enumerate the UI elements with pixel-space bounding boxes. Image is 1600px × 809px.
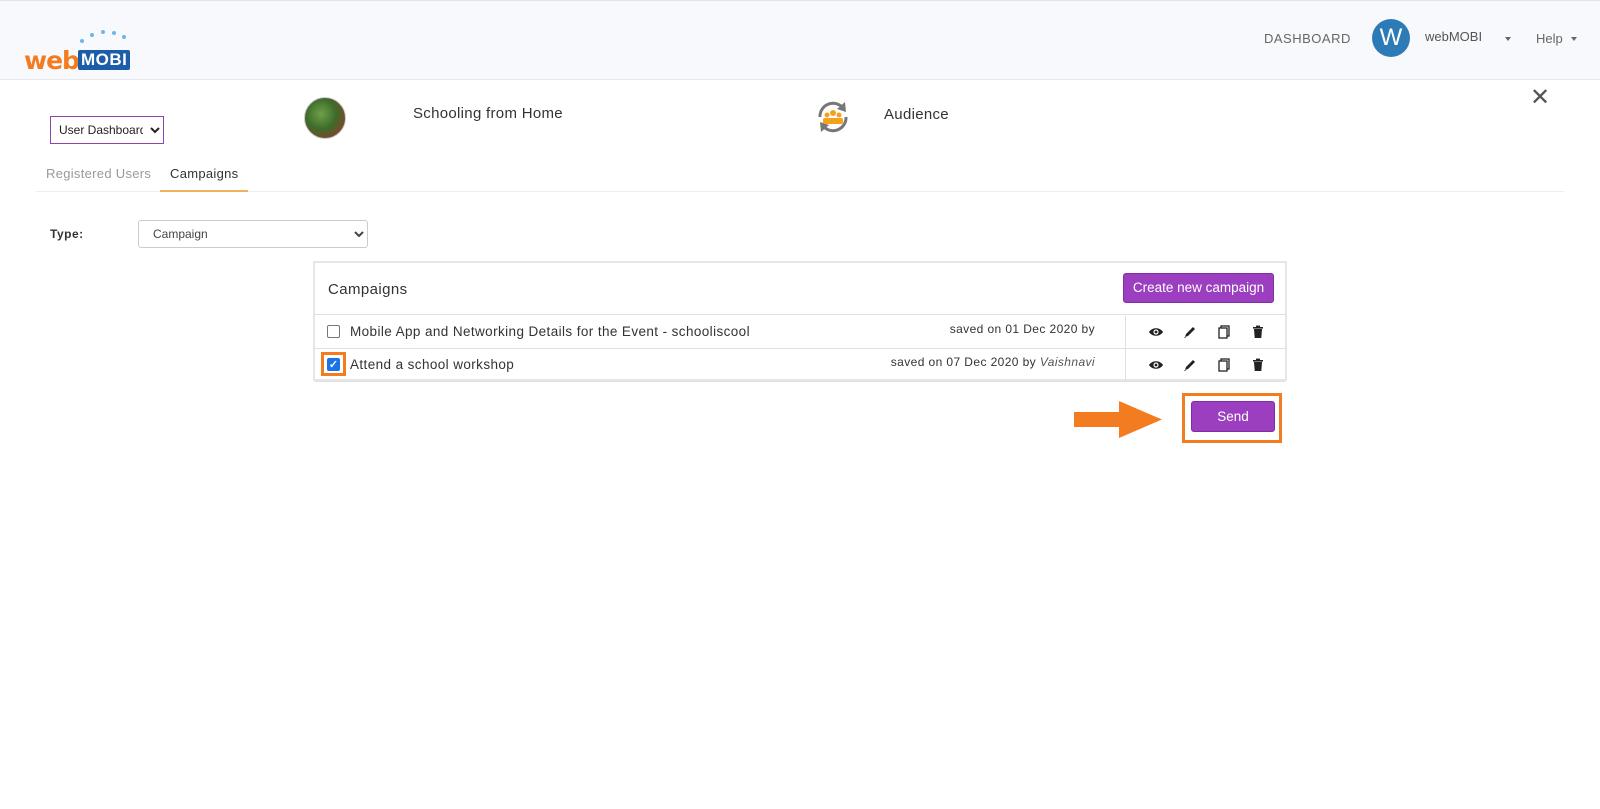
- close-icon[interactable]: ✕: [1530, 86, 1550, 110]
- campaigns-panel: Campaigns Create new campaign Mobile App…: [313, 261, 1287, 382]
- project-title: Schooling from Home: [413, 105, 563, 122]
- trash-icon[interactable]: [1250, 324, 1266, 340]
- eye-icon[interactable]: [1148, 357, 1164, 373]
- campaign-actions: [1125, 316, 1285, 349]
- trash-icon[interactable]: [1250, 357, 1266, 373]
- tab-campaigns[interactable]: Campaigns: [160, 158, 249, 192]
- type-select[interactable]: Campaign: [138, 220, 368, 248]
- audience-icon: [818, 101, 848, 133]
- campaign-author: Vaishnavi: [1039, 355, 1095, 369]
- campaign-saved-date: saved on 07 Dec 2020 by: [890, 355, 1037, 369]
- logo-mobi-text: MOBI: [78, 50, 131, 70]
- campaign-name[interactable]: Attend a school workshop: [350, 357, 514, 372]
- help-caret-icon[interactable]: [1571, 37, 1577, 41]
- copy-icon[interactable]: [1216, 357, 1232, 373]
- campaigns-panel-title: Campaigns: [328, 281, 408, 298]
- eye-icon[interactable]: [1148, 324, 1164, 340]
- top-navbar: web MOBI DASHBOARD W webMOBI Help: [0, 0, 1600, 80]
- pencil-icon[interactable]: [1182, 324, 1198, 340]
- help-menu[interactable]: Help: [1536, 31, 1563, 46]
- send-button[interactable]: Send: [1191, 401, 1275, 432]
- campaign-checkbox[interactable]: [327, 325, 340, 338]
- campaign-checkbox-checked[interactable]: ✓: [327, 358, 340, 371]
- tab-registered-users[interactable]: Registered Users: [36, 158, 161, 192]
- campaign-saved-info: saved on 07 Dec 2020 by Vaishnavi: [891, 355, 1095, 369]
- user-menu-caret-icon[interactable]: [1505, 37, 1511, 41]
- logo-web-text: web: [24, 46, 80, 75]
- annotation-arrow-icon: [1074, 401, 1162, 438]
- campaign-saved-date: saved on 01 Dec 2020 by: [949, 322, 1095, 336]
- section-title: Audience: [884, 106, 949, 123]
- username-label[interactable]: webMOBI: [1425, 29, 1482, 44]
- user-avatar[interactable]: W: [1372, 19, 1410, 57]
- type-label: Type:: [50, 227, 84, 241]
- tab-bar: Registered Users Campaigns: [36, 158, 1564, 192]
- campaign-row: Mobile App and Networking Details for th…: [315, 316, 1285, 349]
- create-new-campaign-button[interactable]: Create new campaign: [1123, 273, 1274, 303]
- nav-dashboard-link[interactable]: DASHBOARD: [1264, 31, 1351, 46]
- campaign-saved-info: saved on 01 Dec 2020 by: [950, 322, 1095, 336]
- pencil-icon[interactable]: [1182, 357, 1198, 373]
- campaign-row: ✓ Attend a school workshop saved on 07 D…: [315, 349, 1285, 382]
- campaigns-panel-header: Campaigns Create new campaign: [315, 263, 1285, 315]
- project-avatar: [304, 97, 346, 139]
- dashboard-select[interactable]: User Dashboard: [50, 116, 164, 144]
- campaign-name[interactable]: Mobile App and Networking Details for th…: [350, 324, 750, 339]
- webmobi-logo[interactable]: web MOBI: [24, 27, 144, 75]
- copy-icon[interactable]: [1216, 324, 1232, 340]
- campaign-actions: [1125, 349, 1285, 382]
